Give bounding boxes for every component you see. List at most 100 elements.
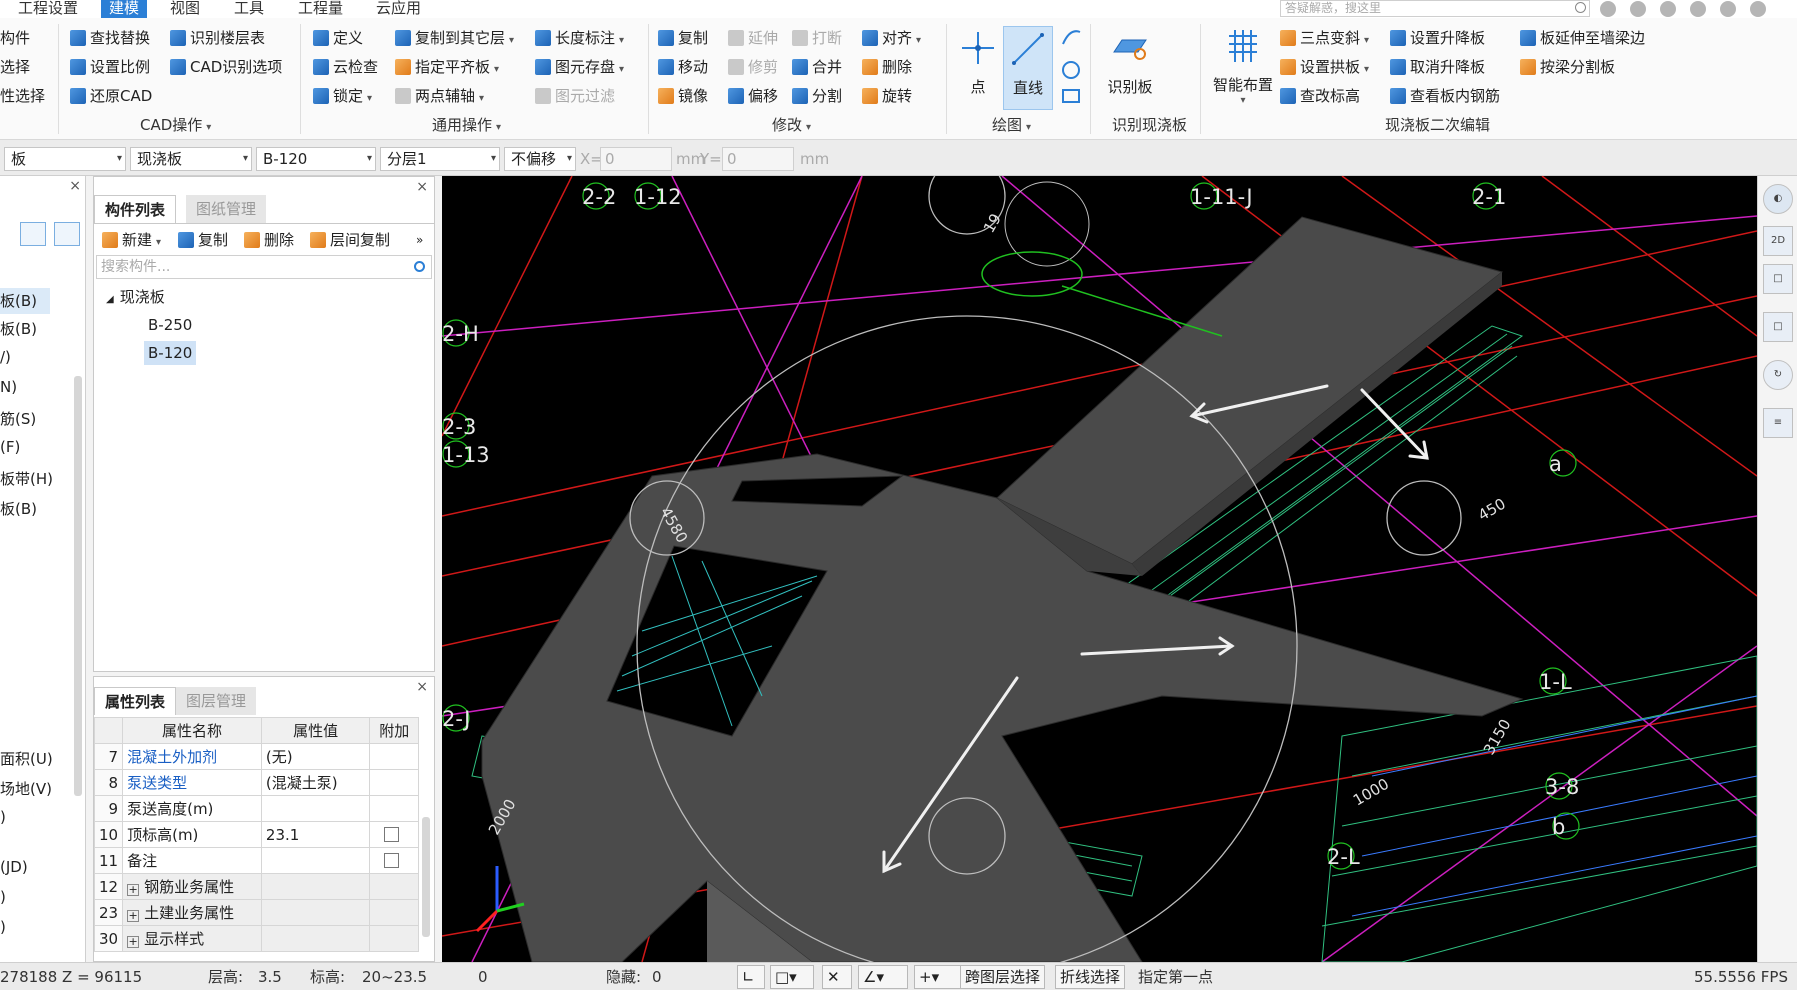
skin-icon[interactable] [1750, 1, 1766, 17]
property-row[interactable]: 7 混凝土外加剂 (无) [93, 743, 419, 770]
copy-between-floors-button[interactable]: 层间复制 [310, 227, 390, 253]
property-value[interactable] [260, 847, 371, 874]
rotate-view-icon[interactable]: ↻ [1763, 360, 1793, 390]
offset-button[interactable]: 偏移 [728, 84, 778, 108]
cross-select-icon[interactable]: ✕ [822, 965, 852, 989]
close-icon[interactable]: × [69, 178, 81, 194]
tab-drawing-management[interactable]: 图纸管理 [186, 195, 267, 223]
nav-item-area[interactable]: 面积(U) [0, 748, 53, 769]
collapse-triangle-icon[interactable]: ◢ [106, 294, 114, 305]
property-value[interactable] [260, 925, 371, 952]
element-subtype-select[interactable]: 现浇板 ▾ [130, 147, 252, 171]
property-row[interactable]: 11 备注 [93, 847, 419, 874]
copy-to-other-floor-button[interactable]: 复制到其它层 ▾ [395, 26, 514, 50]
extend-slab-to-wall-button[interactable]: 板延伸至墙梁边 [1520, 26, 1645, 50]
expand-icon[interactable]: + [127, 936, 140, 948]
nav-item-slab[interactable]: 板(B) [0, 288, 50, 314]
trim-button[interactable]: 修剪 [728, 55, 778, 79]
new-component-button[interactable]: 新建 ▾ [102, 227, 161, 253]
close-icon[interactable]: × [416, 679, 428, 695]
tab-property-list[interactable]: 属性列表 [94, 687, 177, 715]
move-button[interactable]: 移动 [658, 55, 708, 79]
nav-item-neg-rebar[interactable]: (F) [0, 438, 20, 456]
layer-select[interactable]: 分层1 ▾ [380, 147, 500, 171]
property-value[interactable] [260, 873, 371, 900]
viewport-canvas[interactable]: 2-2 1-12 1-11-J 2-1 2-H 2-3 1-13 a 1-L 2-J 3-8 b 2-L… [442, 176, 1757, 962]
expand-icon[interactable]: + [127, 884, 140, 896]
tab-layer-management[interactable]: 图层管理 [176, 687, 257, 715]
layer-view-icon[interactable]: ≡ [1763, 408, 1793, 438]
component-select[interactable]: B-120 ▾ [256, 147, 376, 171]
general-group-label[interactable]: 通用操作 ▾ [432, 114, 501, 136]
nav-item-slab-rebar[interactable]: 筋(S) [0, 408, 36, 429]
property-checkbox[interactable] [384, 852, 400, 868]
cad-group-label[interactable]: CAD操作 ▾ [140, 114, 211, 136]
save-elements-button[interactable]: 图元存盘 ▾ [535, 55, 624, 79]
property-value[interactable] [260, 899, 371, 926]
orbit-handle-right[interactable] [1386, 480, 1462, 556]
property-value[interactable]: (混凝土泵) [260, 769, 371, 796]
navigator-scrollbar[interactable] [74, 376, 82, 796]
search-icon[interactable] [414, 261, 425, 272]
property-row[interactable]: 10 顶标高(m) 23.1 [93, 821, 419, 848]
help-icon[interactable] [1720, 1, 1736, 17]
polyline-select-button[interactable]: 折线选择 [1055, 965, 1126, 989]
nav-item-2[interactable]: /) [0, 348, 11, 366]
menu-cloud[interactable]: 云应用 [368, 0, 429, 18]
merge-button[interactable]: 合并 [792, 55, 842, 79]
menu-project-settings[interactable]: 工程设置 [10, 0, 86, 18]
property-row[interactable]: 8 泵送类型 (混凝土泵) [93, 769, 419, 796]
tab-component-list[interactable]: 构件列表 [94, 195, 177, 223]
flush-slab-button[interactable]: 指定平齐板 ▾ [395, 55, 499, 79]
edit-elevation-button[interactable]: 查改标高 [1280, 84, 1360, 108]
help-search-input[interactable]: 答疑解惑，搜这里 [1280, 0, 1590, 17]
angle-snap-icon[interactable]: ∠▾ [858, 965, 908, 989]
two-point-axis-button[interactable]: 两点辅轴 ▾ [395, 84, 484, 108]
property-value[interactable] [260, 795, 371, 822]
property-extra[interactable] [369, 821, 419, 848]
nav-item-3[interactable]: N) [0, 378, 17, 396]
ribbon-cut-item-1[interactable]: 选择 [0, 55, 30, 79]
copy-button[interactable]: 复制 [658, 26, 708, 50]
cancel-raise-lower-button[interactable]: 取消升降板 [1390, 55, 1485, 79]
property-row[interactable]: 9 泵送高度(m) [93, 795, 419, 822]
split-button[interactable]: 分割 [792, 84, 842, 108]
tree-item-b250[interactable]: B-250 [144, 313, 196, 337]
tree-item-b120[interactable]: B-120 [144, 341, 197, 365]
user-icon[interactable] [1600, 1, 1616, 17]
smart-layout-button[interactable]: 智能布置 ▾ [1210, 28, 1276, 112]
arc-tools-icon[interactable] [1060, 26, 1082, 106]
cross-layer-select-button[interactable]: 跨图层选择 [960, 965, 1046, 989]
nav-item-slab-strip[interactable]: 板带(H) [0, 468, 53, 489]
property-scrollbar[interactable] [422, 817, 430, 937]
component-search-input[interactable]: 搜索构件... [96, 255, 432, 279]
menu-view[interactable]: 视图 [162, 0, 208, 18]
nav-item-10[interactable]: ) [0, 808, 6, 826]
element-filter-button[interactable]: 图元过滤 [535, 84, 615, 108]
search-icon[interactable] [1575, 2, 1586, 13]
headset-icon[interactable] [1630, 1, 1646, 17]
nav-item-site[interactable]: 场地(V) [0, 778, 52, 799]
extend-button[interactable]: 延伸 [728, 26, 778, 50]
length-dimension-button[interactable]: 长度标注 ▾ [535, 26, 624, 50]
nav-item-prefab-slab[interactable]: 板(B) [0, 318, 37, 339]
element-type-select[interactable]: 板 ▾ [4, 147, 126, 171]
delete-button[interactable]: 删除 [862, 55, 912, 79]
draw-group-label[interactable]: 绘图 ▾ [992, 114, 1031, 136]
ortho-snap-icon[interactable]: ∟ [737, 965, 765, 989]
cloud-check-button[interactable]: 云检查 [313, 55, 378, 79]
ribbon-cut-item-0[interactable]: 构件 [0, 26, 30, 50]
tree-root-cast-slab[interactable]: ◢ 现浇板 [102, 285, 169, 309]
align-button[interactable]: 对齐 ▾ [862, 26, 921, 50]
view-3d-box-icon[interactable]: □ [1763, 264, 1793, 294]
set-raise-lower-button[interactable]: 设置升降板 [1390, 26, 1485, 50]
mascot-icon[interactable] [1690, 1, 1706, 17]
set-arch-slab-button[interactable]: 设置拱板 ▾ [1280, 55, 1369, 79]
tree-view-toggle[interactable] [54, 222, 80, 246]
mirror-button[interactable]: 镜像 [658, 84, 708, 108]
point-draw-button[interactable]: 点 [958, 30, 998, 106]
message-icon[interactable] [1660, 1, 1676, 17]
identify-floor-table-button[interactable]: 识别楼层表 [170, 26, 265, 50]
break-button[interactable]: 打断 [792, 26, 842, 50]
nav-item-12[interactable]: ) [0, 888, 6, 906]
